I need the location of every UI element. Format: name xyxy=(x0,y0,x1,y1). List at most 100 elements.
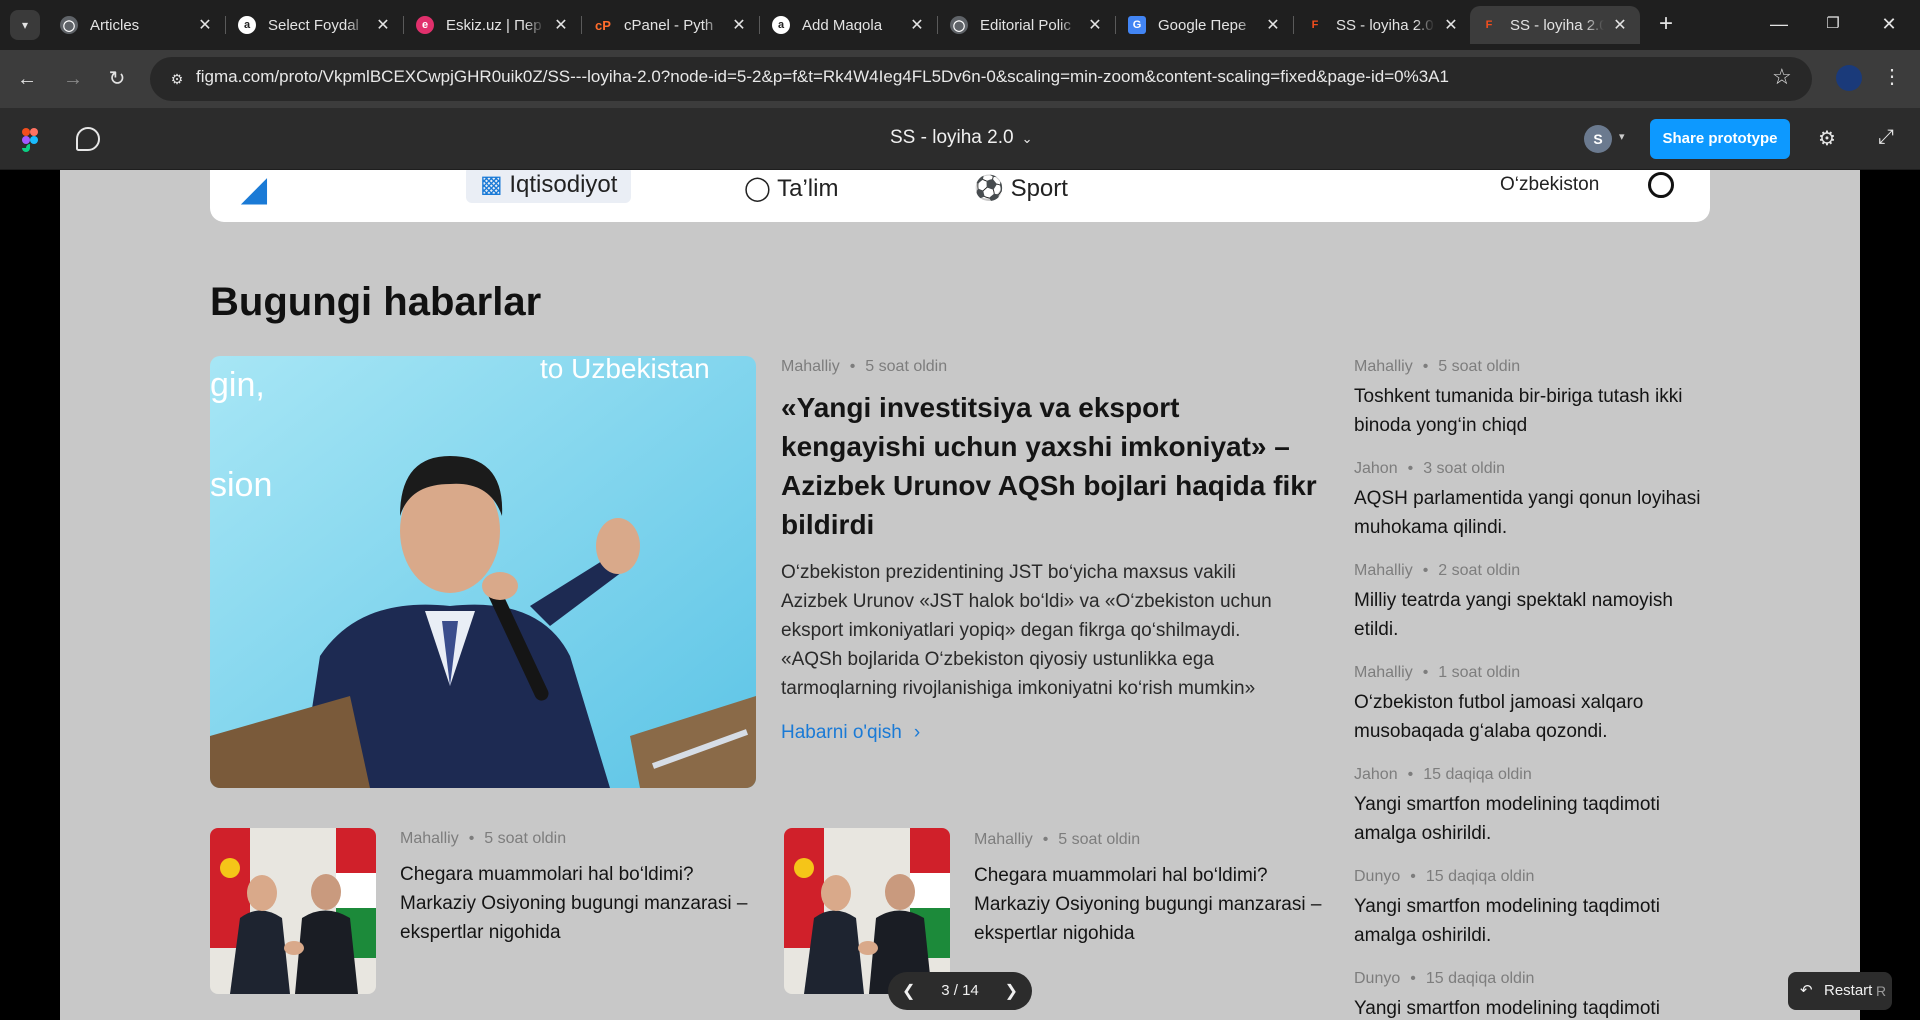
category-label: Mahalliy xyxy=(400,830,459,847)
time-label: 3 soat oldin xyxy=(1423,460,1506,477)
card-title[interactable]: Chegara muammolari hal bo‘ldimi? Markazi… xyxy=(400,860,770,947)
dot-separator: • xyxy=(1407,460,1414,477)
browser-tab[interactable]: a Select Foydal ✕ xyxy=(228,6,404,44)
close-icon[interactable]: ✕ xyxy=(729,15,749,35)
site-logo[interactable]: ◢ xyxy=(242,170,267,208)
nav-item-sport[interactable]: ⚽ Sport xyxy=(974,174,1068,203)
category-label: Mahalliy xyxy=(781,358,840,375)
card-title[interactable]: Chegara muammolari hal bo‘ldimi? Markazi… xyxy=(974,861,1344,948)
browser-tab[interactable]: ◯ Editorial Polic ✕ xyxy=(940,6,1116,44)
card-image[interactable] xyxy=(210,828,376,994)
profile-avatar-icon[interactable] xyxy=(1836,65,1862,91)
tab-title: SS - loyiha 2.0 xyxy=(1510,16,1604,34)
sidebar-meta: Dunyo • 15 daqiqa oldin xyxy=(1354,970,1534,988)
reload-icon[interactable]: ↻ xyxy=(102,64,132,94)
time-label: 2 soat oldin xyxy=(1438,562,1521,579)
sidebar-news-title[interactable]: AQSH parlamentida yangi qonun loyihasi m… xyxy=(1354,484,1714,542)
nav-label: Ta’lim xyxy=(777,175,839,202)
tab-separator xyxy=(1115,16,1116,34)
hero-image-text: to Uzbekistan xyxy=(540,356,710,384)
tab-separator xyxy=(759,16,760,34)
close-icon[interactable]: ✕ xyxy=(907,15,927,35)
sidebar-news-title[interactable]: Toshkent tumanida bir-biriga tutash ikki… xyxy=(1354,382,1714,440)
a-icon: a xyxy=(772,16,790,34)
cpanel-icon: cP xyxy=(595,17,611,33)
figma-logo-icon[interactable] xyxy=(20,128,40,152)
comment-icon[interactable] xyxy=(76,127,100,151)
bookmark-star-icon[interactable]: ☆ xyxy=(1772,64,1792,90)
sidebar-news-title[interactable]: Yangi smartfon modelining taqdimoti xyxy=(1354,994,1714,1020)
tab-separator xyxy=(1293,16,1294,34)
close-icon[interactable]: ✕ xyxy=(1263,15,1283,35)
card-image[interactable] xyxy=(784,828,950,994)
sidebar-news-title[interactable]: Yangi smartfon modelining taqdimoti amal… xyxy=(1354,790,1714,848)
figma-icon: F xyxy=(1485,19,1493,31)
browser-tab[interactable]: F SS - loyiha 2.0 ✕ xyxy=(1296,6,1471,44)
nav-label: Iqtisodiyot xyxy=(509,171,618,198)
expand-icon[interactable]: ⤢ xyxy=(1878,126,1894,149)
browser-tab[interactable]: a Add Maqola ✕ xyxy=(762,6,938,44)
globe-icon: ◯ xyxy=(950,16,968,34)
sidebar-meta: Mahalliy • 1 soat oldin xyxy=(1354,664,1520,682)
logo-mark-icon: ◢ xyxy=(242,171,267,207)
tab-title: Articles xyxy=(90,16,140,34)
site-settings-icon[interactable]: ⚙ xyxy=(166,68,188,90)
time-label: 15 daqiqa oldin xyxy=(1425,970,1535,987)
new-tab-plus-icon[interactable]: + xyxy=(1651,10,1681,40)
hero-image[interactable]: to Uzbekistan gin, sion xyxy=(210,356,756,788)
share-prototype-button[interactable]: Share prototype xyxy=(1650,119,1790,159)
browser-tab[interactable]: e Eskiz.uz | Пер ✕ xyxy=(406,6,582,44)
sidebar-news-title[interactable]: O‘zbekiston futbol jamoasi xalqaro musob… xyxy=(1354,688,1714,746)
window-close-icon[interactable]: ✕ xyxy=(1866,8,1912,40)
time-label: 5 soat oldin xyxy=(484,830,567,847)
tab-separator xyxy=(225,16,226,34)
chevron-right-icon[interactable]: ❯ xyxy=(1005,981,1018,1001)
card-meta: Mahalliy • 5 soat oldin xyxy=(400,830,566,848)
nav-item-education[interactable]: ◯ Ta’lim xyxy=(744,174,838,203)
close-icon[interactable]: ✕ xyxy=(373,15,393,35)
browser-tab[interactable]: G Google Пере ✕ xyxy=(1118,6,1294,44)
close-icon[interactable]: ✕ xyxy=(1610,15,1630,35)
eskiz-icon: e xyxy=(416,16,434,34)
time-label: 5 soat oldin xyxy=(1438,358,1521,375)
browser-menu-icon[interactable]: ⋮ xyxy=(1882,64,1902,89)
time-label: 15 daqiqa oldin xyxy=(1423,766,1532,783)
prototype-frame: ◢ ▩ Iqtisodiyot ◯ Ta’lim ⚽ Sport O‘zbeki… xyxy=(60,170,1860,1020)
read-more-link[interactable]: Habarni o'qish › xyxy=(781,722,920,744)
category-label: Mahalliy xyxy=(1354,664,1413,681)
forward-arrow-icon[interactable]: → xyxy=(58,64,88,94)
dot-separator: • xyxy=(1042,831,1049,848)
a-icon: a xyxy=(238,16,256,34)
google-translate-icon: G xyxy=(1128,16,1146,34)
sidebar-news-title[interactable]: Milliy teatrda yangi spektakl namoyish e… xyxy=(1354,586,1714,644)
browser-tab[interactable]: ◯ Articles ✕ xyxy=(50,6,226,44)
close-icon[interactable]: ✕ xyxy=(195,15,215,35)
file-title[interactable]: SS - loyiha 2.0 ⌄ xyxy=(890,127,1032,149)
chevron-down-icon[interactable]: ▾ xyxy=(1619,130,1625,143)
browser-tab-active[interactable]: F SS - loyiha 2.0 ✕ xyxy=(1470,6,1640,44)
browser-tab[interactable]: cP cPanel - Pyth ✕ xyxy=(584,6,760,44)
settings-sliders-icon[interactable]: ⚙ xyxy=(1818,126,1836,151)
close-icon[interactable]: ✕ xyxy=(1085,15,1105,35)
tab-search-chevron-icon[interactable]: ▾ xyxy=(10,10,40,40)
sidebar-news-title[interactable]: Yangi smartfon modelining taqdimoti amal… xyxy=(1354,892,1714,950)
hero-title[interactable]: «Yangi investitsiya va eksport kengayish… xyxy=(781,388,1329,544)
minimize-icon[interactable]: — xyxy=(1756,8,1802,40)
restart-button[interactable]: ↶ Restart R xyxy=(1788,972,1892,1010)
close-icon[interactable]: ✕ xyxy=(551,15,571,35)
user-avatar[interactable]: S xyxy=(1584,125,1612,153)
prototype-canvas: ◢ ▩ Iqtisodiyot ◯ Ta’lim ⚽ Sport O‘zbeki… xyxy=(0,170,1920,1020)
read-more-label: Habarni o'qish xyxy=(781,722,902,743)
prototype-pager: ❮ 3 / 14 ❯ xyxy=(888,972,1032,1010)
url-text[interactable]: figma.com/proto/VkpmlBCEXCwpjGHR0uik0Z/S… xyxy=(196,67,1449,87)
back-arrow-icon[interactable]: ← xyxy=(12,64,42,94)
tab-title: Add Maqola xyxy=(802,16,883,34)
region-selector[interactable]: O‘zbekiston xyxy=(1500,174,1599,196)
tab-separator xyxy=(581,16,582,34)
nav-item-economy[interactable]: ▩ Iqtisodiyot xyxy=(466,170,632,203)
site-header: ◢ ▩ Iqtisodiyot ◯ Ta’lim ⚽ Sport O‘zbeki… xyxy=(210,170,1710,222)
restore-icon[interactable]: ❐ xyxy=(1810,8,1856,40)
close-icon[interactable]: ✕ xyxy=(1441,15,1461,35)
search-icon[interactable] xyxy=(1648,172,1674,198)
hero-description: O‘zbekiston prezidentining JST bo‘yicha … xyxy=(781,562,1272,699)
